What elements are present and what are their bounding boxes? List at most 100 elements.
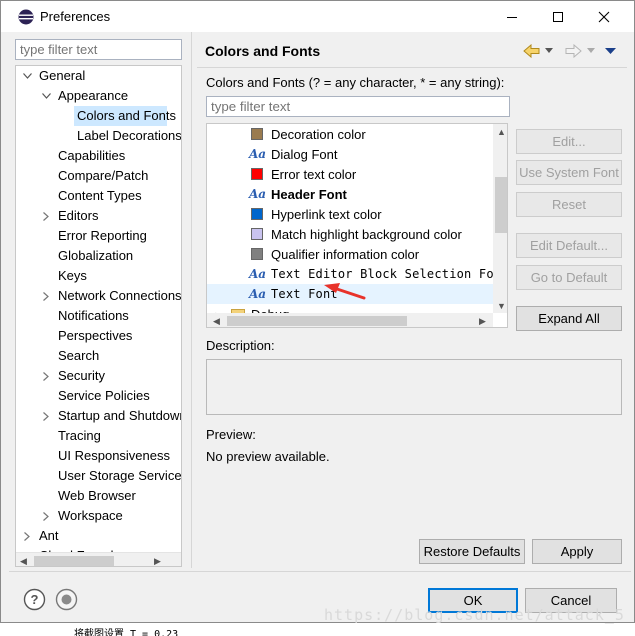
list-item[interactable]: Aa Header Font (207, 184, 493, 204)
color-swatch-icon (251, 228, 263, 240)
font-icon: Aa (249, 287, 267, 301)
pane-splitter[interactable] (191, 32, 192, 568)
eclipse-app-icon (18, 9, 34, 25)
tree-item[interactable]: Network Connections (16, 286, 181, 306)
expand-all-button[interactable]: Expand All (516, 306, 622, 331)
tree-vertical-scrollbar[interactable]: ▲ ▼ (181, 66, 182, 552)
tree-item-label: Globalization (58, 248, 134, 263)
tree-item[interactable]: Perspectives (16, 326, 167, 346)
restore-defaults-button[interactable]: Restore Defaults (419, 539, 525, 564)
edit-button[interactable]: Edit... (516, 129, 622, 154)
tree-item[interactable]: Editors (16, 206, 167, 226)
preview-text: No preview available. (206, 449, 330, 464)
tree-item-label: Capabilities (58, 148, 126, 163)
tree-horizontal-scrollbar[interactable]: ◀ ▶ (16, 552, 181, 566)
tree-item[interactable]: Service Policies (16, 386, 167, 406)
tree-item[interactable]: Web Browser (16, 486, 167, 506)
tree-item[interactable]: Notifications (16, 306, 167, 326)
scroll-right-icon[interactable]: ▶ (154, 556, 161, 566)
description-label: Description: (206, 338, 275, 353)
back-menu-button[interactable] (545, 41, 553, 61)
scroll-right-icon[interactable]: ▶ (479, 316, 486, 326)
list-item[interactable]: Aa Dialog Font (207, 144, 493, 164)
list-item[interactable]: Match highlight background color (207, 224, 493, 244)
tree-item-label: Tracing (58, 428, 101, 443)
edit-default-button[interactable]: Edit Default... (516, 233, 622, 258)
list-item-label: Qualifier information color (271, 246, 420, 262)
tree-item[interactable]: Content Types (16, 186, 167, 206)
tree-item[interactable]: General (16, 66, 167, 86)
tree-item-label: Ant (39, 528, 59, 543)
tree-item-label: Service Policies (58, 388, 150, 403)
tree-item[interactable]: Compare/Patch (16, 166, 167, 186)
color-swatch-icon (251, 248, 263, 260)
tree-item-label: Search (58, 348, 100, 363)
list-horizontal-thumb[interactable] (227, 316, 407, 326)
chevron-right-icon[interactable] (40, 206, 52, 226)
list-horizontal-scrollbar[interactable]: ◀ ▶ (207, 313, 493, 327)
tree-item[interactable]: Appearance (16, 86, 167, 106)
tree-item[interactable]: Colors and Fonts (74, 106, 176, 126)
list-vertical-scrollbar[interactable]: ▲ ▼ (493, 124, 507, 313)
chevron-right-icon[interactable] (21, 526, 33, 546)
background-text: 将截图设置 T = 0.23 (74, 629, 179, 636)
description-box (206, 359, 622, 415)
forward-button[interactable] (564, 41, 582, 61)
tree-item[interactable]: Ant (16, 526, 167, 546)
list-item[interactable]: Decoration color (207, 124, 493, 144)
scroll-down-icon[interactable]: ▼ (497, 301, 506, 311)
use-system-font-button[interactable]: Use System Font (516, 160, 622, 185)
colors-filter-input[interactable] (206, 96, 510, 117)
tree-item[interactable]: Label Decorations (16, 126, 181, 146)
list-item[interactable]: Qualifier information color (207, 244, 493, 264)
list-item-label: Error text color (271, 166, 357, 182)
tree-item[interactable]: User Storage Service (16, 466, 181, 486)
font-icon: Aa (249, 187, 267, 201)
tree-item[interactable]: Error Reporting (16, 226, 167, 246)
help-icon[interactable]: ? (23, 588, 46, 611)
window-title: Preferences (40, 9, 111, 24)
close-icon (598, 11, 610, 22)
list-vertical-thumb[interactable] (495, 177, 507, 233)
forward-arrow-icon (565, 44, 582, 58)
tree-filter-input[interactable] (15, 39, 182, 60)
tree-item[interactable]: UI Responsiveness (16, 446, 170, 466)
chevron-right-icon[interactable] (40, 286, 52, 306)
tree-item[interactable]: Tracing (16, 426, 167, 446)
tree-item[interactable]: Capabilities (16, 146, 167, 166)
reset-button[interactable]: Reset (516, 192, 622, 217)
tree-item[interactable]: Search (16, 346, 167, 366)
tree-item[interactable]: Workspace (16, 506, 167, 526)
go-to-default-button[interactable]: Go to Default (516, 265, 622, 290)
maximize-button[interactable] (535, 1, 581, 32)
color-swatch-icon (251, 168, 263, 180)
preview-label: Preview: (206, 427, 256, 442)
tree-horizontal-thumb[interactable] (34, 556, 114, 566)
list-item-label: Dialog Font (271, 146, 338, 162)
tree-item[interactable]: Startup and Shutdown (16, 406, 181, 426)
chevron-right-icon[interactable] (40, 406, 52, 426)
chevron-down-icon[interactable] (21, 66, 33, 86)
tree-item[interactable]: Security (16, 366, 167, 386)
chevron-down-icon[interactable] (40, 86, 52, 106)
tree-item-label: Security (58, 368, 105, 383)
close-button[interactable] (581, 1, 627, 32)
apply-button[interactable]: Apply (532, 539, 622, 564)
scroll-left-icon[interactable]: ◀ (213, 316, 220, 326)
back-button[interactable] (523, 41, 541, 61)
chevron-right-icon[interactable] (40, 506, 52, 526)
scroll-up-icon[interactable]: ▲ (497, 127, 506, 137)
preferences-icon[interactable] (55, 588, 78, 611)
chevron-right-icon[interactable] (40, 366, 52, 386)
preference-tree[interactable]: Cloud FoundryAntWorkspaceWeb BrowserUser… (15, 65, 182, 567)
view-menu-button[interactable] (605, 41, 616, 61)
list-item[interactable]: Hyperlink text color (207, 204, 493, 224)
scroll-left-icon[interactable]: ◀ (20, 556, 27, 566)
color-swatch-icon (251, 208, 263, 220)
tree-item[interactable]: Keys (16, 266, 167, 286)
forward-menu-button[interactable] (587, 41, 595, 61)
tree-item[interactable]: Globalization (16, 246, 167, 266)
list-item[interactable]: Error text color (207, 164, 493, 184)
font-icon: Aa (249, 267, 267, 281)
minimize-button[interactable] (489, 1, 535, 32)
